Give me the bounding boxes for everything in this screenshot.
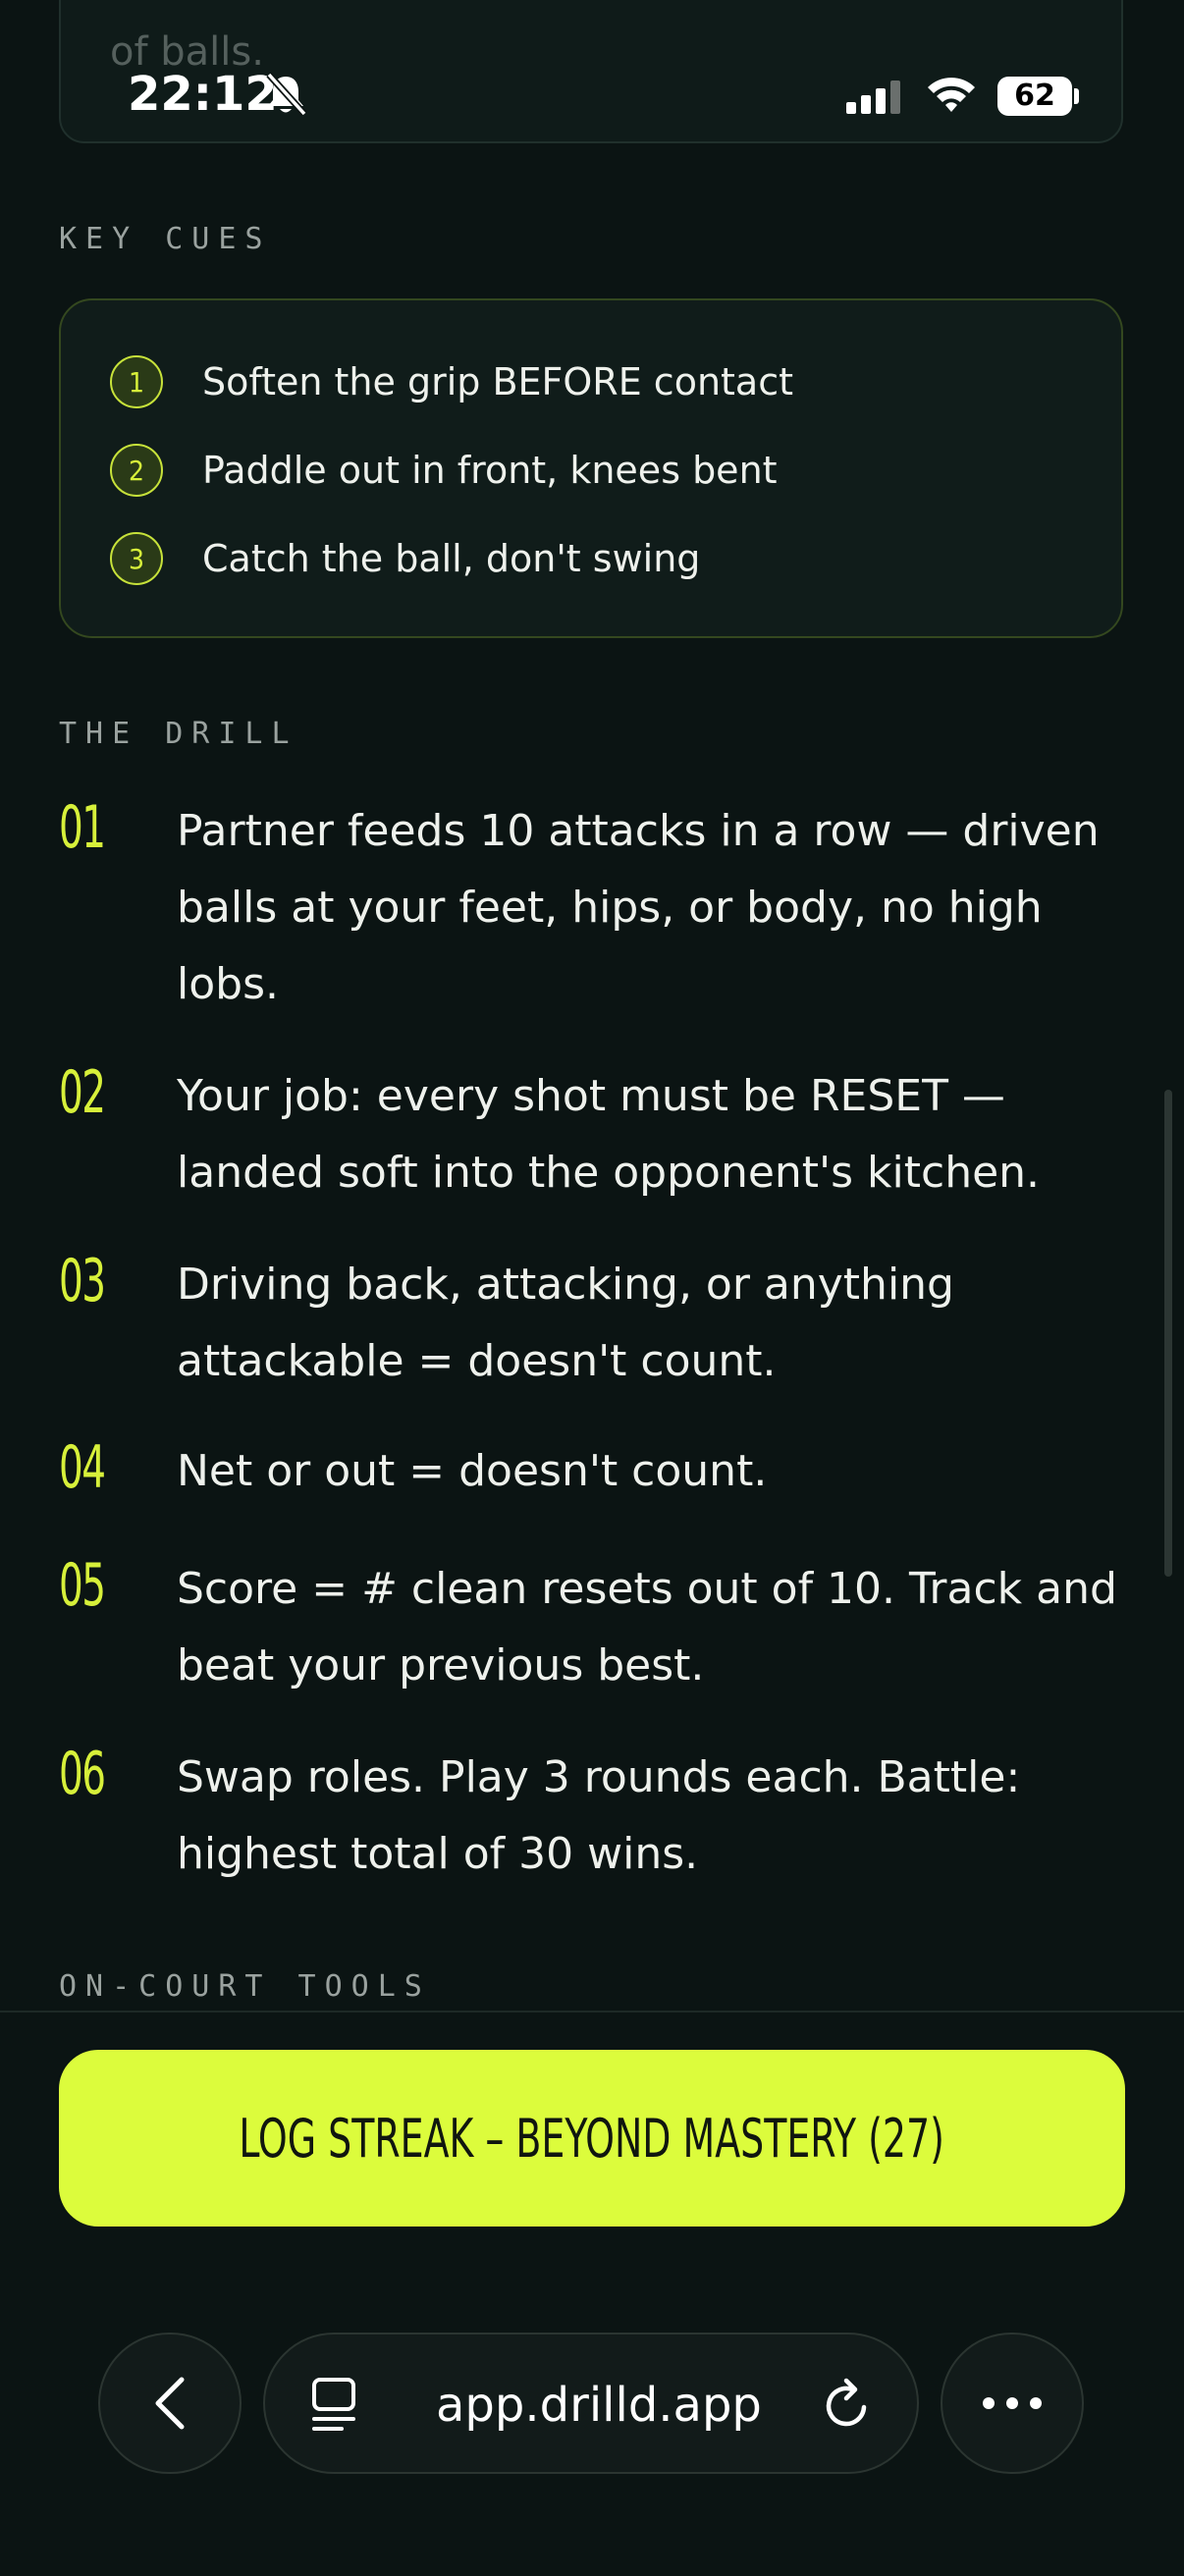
cellular-signal-icon [846,80,905,118]
step-number: 05 [59,1551,106,1620]
cue-text: Paddle out in front, knees bent [202,449,778,492]
more-options-button[interactable] [941,2333,1084,2474]
battery-indicator: 62 [997,77,1072,116]
on-court-tools-label: ON-COURT TOOLS [59,1969,431,2004]
cue-number-badge: 2 [110,444,163,497]
tabs-icon [312,2378,355,2431]
step-number: 03 [59,1247,106,1315]
battery-tip [1074,88,1079,104]
log-streak-button[interactable]: LOG STREAK – BEYOND MASTERY (27) [59,2050,1125,2227]
step-text: Driving back, attacking, or anything att… [177,1260,954,1386]
step-text: Your job: every shot must be RESET — lan… [177,1071,1041,1198]
step-number: 06 [59,1740,106,1808]
back-button[interactable] [98,2333,242,2474]
step-number: 02 [59,1058,106,1127]
log-streak-label: LOG STREAK – BEYOND MASTERY (27) [239,2107,945,2170]
step-text: Partner feeds 10 attacks in a row — driv… [177,806,1100,1009]
cue-number-badge: 1 [110,355,163,408]
reload-icon[interactable] [821,2376,876,2435]
drill-label: THE DRILL [59,717,298,751]
scrollbar[interactable] [1164,1090,1172,1577]
step-text: Swap roles. Play 3 rounds each. Battle: … [177,1752,1021,1879]
cue-text: Soften the grip BEFORE contact [202,360,794,403]
url-text: app.drilld.app [436,2378,762,2433]
cue-item: 1 Soften the grip BEFORE contact [110,355,793,408]
step-text: Score = # clean resets out of 10. Track … [177,1564,1117,1690]
cue-number-badge: 3 [110,532,163,585]
cue-item: 2 Paddle out in front, knees bent [110,444,778,497]
wifi-icon [926,75,977,118]
bell-muted-icon [263,71,308,122]
status-time: 22:12 [128,67,278,122]
more-dots-icon [983,2397,1042,2409]
step-number: 04 [59,1433,106,1502]
step-number: 01 [59,793,106,862]
cue-item: 3 Catch the ball, don't swing [110,532,700,585]
step-text: Net or out = doesn't count. [177,1446,768,1496]
cue-text: Catch the ball, don't swing [202,537,701,580]
chevron-left-icon [155,2377,185,2430]
key-cues-label: KEY CUES [59,222,272,256]
key-cues-card: 1 Soften the grip BEFORE contact 2 Paddl… [59,298,1123,638]
address-bar[interactable]: app.drilld.app [263,2333,919,2474]
